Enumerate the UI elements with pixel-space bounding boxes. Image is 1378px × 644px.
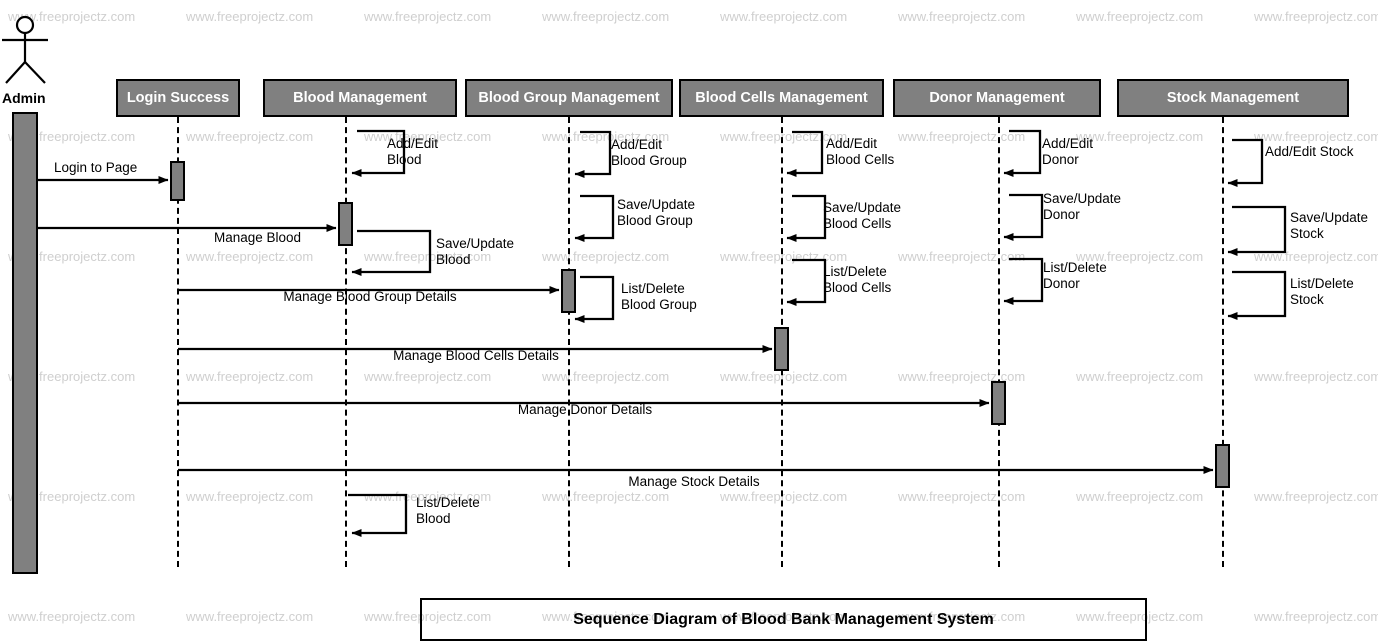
self-message-line2: Stock — [1290, 226, 1324, 241]
participant-blood-management[interactable]: Blood Management — [263, 79, 457, 117]
self-message-line1: Save/Update — [1290, 210, 1369, 225]
self-message-line1: List/Delete — [823, 264, 887, 279]
diagram-title-box: Sequence Diagram of Blood Bank Managemen… — [420, 598, 1147, 641]
self-message-label-add-edit-blood-cells: Add/Edit Blood Cells — [826, 136, 894, 168]
self-message-line2: Blood Cells — [823, 216, 892, 231]
self-message-label-list-delete-blood-group: List/Delete Blood Group — [621, 281, 697, 313]
self-message-line1: List/Delete — [621, 281, 685, 296]
self-message-line1: Save/Update — [436, 236, 515, 251]
self-message-label-save-update-blood-group: Save/Update Blood Group — [617, 197, 695, 229]
diagram-title: Sequence Diagram of Blood Bank Managemen… — [573, 610, 994, 628]
self-message-label-add-edit-donor: Add/Edit Donor — [1042, 136, 1093, 168]
self-message-line2: Blood Cells — [826, 152, 895, 167]
self-message-line2: Blood Group — [621, 297, 697, 312]
activation-admin — [12, 112, 38, 574]
self-message-line2: Donor — [1043, 207, 1080, 222]
self-message-line1: List/Delete — [1043, 260, 1107, 275]
message-label-manage-stock-details: Manage Stock Details — [628, 474, 760, 489]
message-label-login-to-page: Login to Page — [54, 160, 138, 175]
self-message-line1: Add/Edit — [387, 136, 439, 151]
message-label-manage-blood-group-details: Manage Blood Group Details — [283, 289, 457, 304]
self-message-label-list-delete-donor: List/Delete Donor — [1043, 260, 1107, 292]
participant-blood-group-management[interactable]: Blood Group Management — [465, 79, 673, 117]
message-label-manage-blood: Manage Blood — [214, 230, 302, 245]
participant-label: Login Success — [126, 90, 230, 106]
self-message-line1: Save/Update — [823, 200, 902, 215]
message-label-manage-blood-cells-details: Manage Blood Cells Details — [393, 348, 559, 363]
participant-label: Blood Group Management — [478, 90, 660, 106]
participant-label: Donor Management — [929, 90, 1065, 106]
activation-login-success — [170, 161, 185, 201]
self-message-label-list-delete-blood-cells: List/Delete Blood Cells — [823, 264, 891, 296]
self-message-label-save-update-blood: Save/Update Blood — [436, 236, 514, 268]
activation-donor-management — [991, 381, 1006, 425]
participant-donor-management[interactable]: Donor Management — [893, 79, 1101, 117]
self-message-line1: Add/Edit Stock — [1265, 144, 1354, 159]
self-message-line2: Donor — [1042, 152, 1079, 167]
self-message-line2: Donor — [1043, 276, 1080, 291]
self-message-line2: Blood Group — [611, 153, 687, 168]
self-message-line2: Blood — [436, 252, 471, 267]
participant-stock-management[interactable]: Stock Management — [1117, 79, 1349, 117]
sequence-diagram-canvas: www.freeprojectz.com www.freeprojectz.com… — [0, 0, 1378, 644]
participant-label: Blood Management — [293, 90, 427, 106]
self-message-line1: Save/Update — [617, 197, 696, 212]
self-message-label-add-edit-blood-group: Add/Edit Blood Group — [611, 137, 687, 169]
participant-label: Blood Cells Management — [695, 90, 868, 106]
self-message-line1: Save/Update — [1043, 191, 1122, 206]
participant-login-success[interactable]: Login Success — [116, 79, 240, 117]
self-message-label-list-delete-stock: List/Delete Stock — [1290, 276, 1354, 308]
self-message-line1: List/Delete — [1290, 276, 1354, 291]
participant-label: Stock Management — [1166, 90, 1300, 106]
self-message-line2: Blood Group — [617, 213, 693, 228]
self-message-label-save-update-donor: Save/Update Donor — [1043, 191, 1121, 223]
self-message-line1: Add/Edit — [826, 136, 878, 151]
self-message-label-save-update-stock: Save/Update Stock — [1290, 210, 1368, 242]
self-message-line1: Add/Edit — [1042, 136, 1094, 151]
self-message-label-add-edit-stock: Add/Edit Stock — [1265, 144, 1354, 160]
participant-blood-cells-management[interactable]: Blood Cells Management — [679, 79, 884, 117]
self-message-label-list-delete-blood: List/Delete Blood — [416, 495, 480, 527]
self-message-line1: List/Delete — [416, 495, 480, 510]
self-message-label-add-edit-blood: Add/Edit Blood — [387, 136, 438, 168]
activation-blood-cells-management — [774, 327, 789, 371]
self-message-line2: Blood Cells — [823, 280, 892, 295]
message-label-manage-donor-details: Manage Donor Details — [517, 402, 653, 417]
self-message-line2: Blood — [387, 152, 422, 167]
activation-blood-management — [338, 202, 353, 246]
self-message-line2: Stock — [1290, 292, 1324, 307]
self-message-line2: Blood — [416, 511, 451, 526]
activation-stock-management — [1215, 444, 1230, 488]
activation-blood-group-management — [561, 269, 576, 313]
self-message-label-save-update-blood-cells: Save/Update Blood Cells — [823, 200, 901, 232]
self-message-line1: Add/Edit — [611, 137, 663, 152]
diagram-layer: Admin Login Success Blood Management Blo… — [0, 0, 1378, 644]
